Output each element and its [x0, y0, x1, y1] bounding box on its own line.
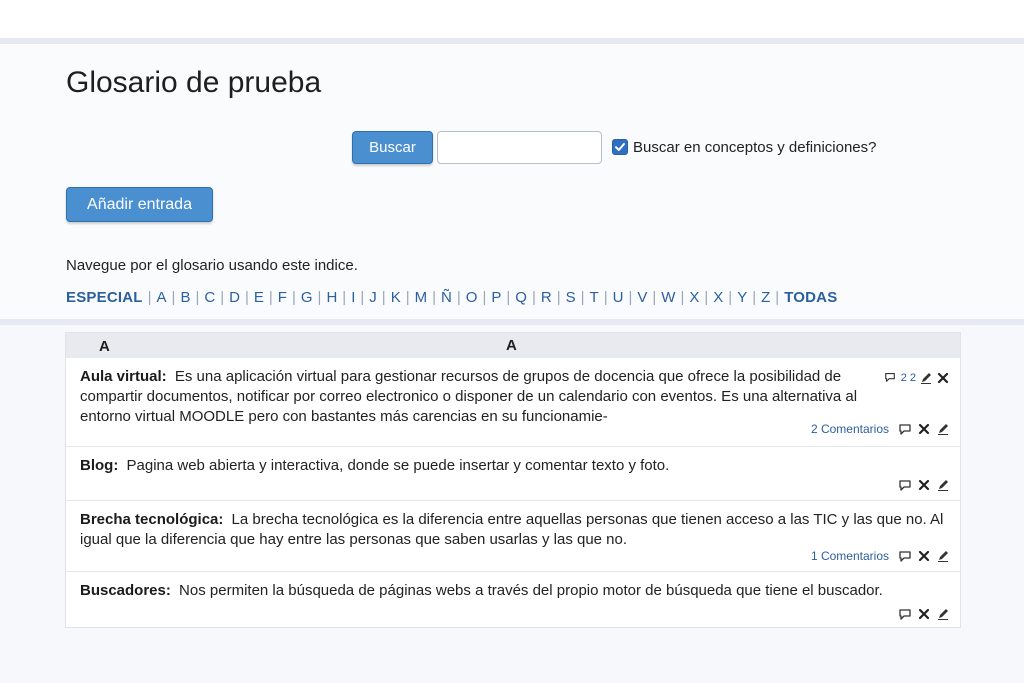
index-letter[interactable]: S	[566, 289, 576, 306]
header-letter-center: A	[506, 337, 517, 354]
index-letter[interactable]: D	[229, 289, 240, 306]
index-letter[interactable]: U	[613, 289, 624, 306]
comment-icon[interactable]	[898, 478, 912, 492]
top-bar	[0, 0, 1024, 38]
index-letter[interactable]: Z	[761, 289, 770, 306]
index-letter[interactable]: M	[415, 289, 428, 306]
header-letter-left: A	[99, 338, 110, 355]
entry-concept: Aula virtual:	[80, 368, 167, 385]
index-letter[interactable]: P	[491, 289, 501, 306]
index-letter[interactable]: J	[369, 289, 377, 306]
index-letter[interactable]: O	[466, 289, 478, 306]
browse-instructions: Navegue por el glosario usando este indi…	[66, 257, 358, 274]
delete-icon[interactable]	[936, 371, 950, 385]
table-row: Blog: Pagina web abierta y interactiva, …	[66, 446, 960, 500]
glossary-table: A A Aula virtual: Es una aplicación virt…	[65, 332, 961, 628]
entry-definition: Pagina web abierta y interactiva, donde …	[126, 457, 670, 474]
edit-icon[interactable]	[936, 478, 950, 492]
comment-icon[interactable]	[884, 371, 898, 385]
index-all[interactable]: TODAS	[784, 289, 837, 306]
index-special[interactable]: ESPECIAL	[66, 289, 143, 306]
search-button[interactable]: Buscar	[352, 131, 433, 164]
delete-icon[interactable]	[917, 478, 931, 492]
page-title: Glosario de prueba	[66, 66, 322, 99]
entry-content: Brecha tecnológica: La brecha tecnológic…	[80, 510, 950, 550]
delete-icon[interactable]	[917, 607, 931, 621]
index-letter[interactable]: Y	[737, 289, 747, 306]
comments-link[interactable]: 2 Comentarios	[811, 422, 889, 436]
comment-icon[interactable]	[898, 422, 912, 436]
search-definitions-label[interactable]: Buscar en conceptos y definiciones?	[633, 139, 876, 156]
comment-icon[interactable]	[898, 607, 912, 621]
entry-concept: Blog:	[80, 457, 119, 474]
index-letter[interactable]: I	[351, 289, 355, 306]
check-icon	[615, 143, 625, 151]
index-letter[interactable]: B	[180, 289, 190, 306]
entry-definition: Nos permiten la búsqueda de páginas webs…	[179, 582, 883, 599]
entry-content: Blog: Pagina web abierta y interactiva, …	[80, 456, 880, 476]
edit-icon[interactable]	[919, 371, 933, 385]
entry-content: Aula virtual: Es una aplicación virtual …	[80, 367, 875, 427]
index-letter[interactable]: F	[278, 289, 287, 306]
entry-top-actions: 2 2	[884, 371, 950, 385]
index-letter[interactable]: H	[326, 289, 337, 306]
entry-concept: Buscadores:	[80, 582, 171, 599]
entry-actions: 1 Comentarios	[811, 549, 950, 563]
table-header: A A	[66, 333, 960, 358]
index-letter[interactable]: T	[590, 289, 599, 306]
entry-actions	[898, 478, 950, 492]
search-definitions-checkbox[interactable]	[612, 139, 628, 155]
index-letter[interactable]: R	[541, 289, 552, 306]
index-letter[interactable]: Q	[515, 289, 527, 306]
comment-icon[interactable]	[898, 549, 912, 563]
index-letter[interactable]: X	[689, 289, 699, 306]
index-letter[interactable]: E	[254, 289, 264, 306]
entry-actions	[898, 607, 950, 621]
edit-icon[interactable]	[936, 607, 950, 621]
index-letter[interactable]: K	[391, 289, 401, 306]
alphabet-index: ESPECIAL | A | B | C | D | E | F | G | H | I | J | K | M | Ñ | O | P | Q…	[66, 289, 838, 306]
index-letter[interactable]: Ñ	[441, 289, 452, 306]
edit-icon[interactable]	[936, 549, 950, 563]
index-letter[interactable]: A	[157, 289, 167, 306]
index-letter[interactable]: X	[713, 289, 723, 306]
index-letter[interactable]: C	[204, 289, 215, 306]
table-row: Buscadores: Nos permiten la búsqueda de …	[66, 571, 960, 627]
search-input[interactable]	[437, 131, 602, 164]
delete-icon[interactable]	[917, 549, 931, 563]
entry-content: Buscadores: Nos permiten la búsqueda de …	[80, 581, 950, 601]
edit-icon[interactable]	[936, 422, 950, 436]
add-entry-button[interactable]: Añadir entrada	[66, 187, 213, 222]
comments-link[interactable]: 1 Comentarios	[811, 549, 889, 563]
index-letter[interactable]: W	[661, 289, 675, 306]
delete-icon[interactable]	[917, 422, 931, 436]
entry-concept: Brecha tecnológica:	[80, 511, 224, 528]
index-letter[interactable]: G	[301, 289, 313, 306]
entry-count-badge: 2 2	[900, 372, 916, 384]
table-row: Aula virtual: Es una aplicación virtual …	[66, 358, 960, 446]
entry-actions: 2 Comentarios	[811, 422, 950, 436]
table-row: Brecha tecnológica: La brecha tecnológic…	[66, 500, 960, 571]
index-letter[interactable]: V	[637, 289, 647, 306]
entry-definition: Es una aplicación virtual para gestionar…	[80, 368, 858, 425]
